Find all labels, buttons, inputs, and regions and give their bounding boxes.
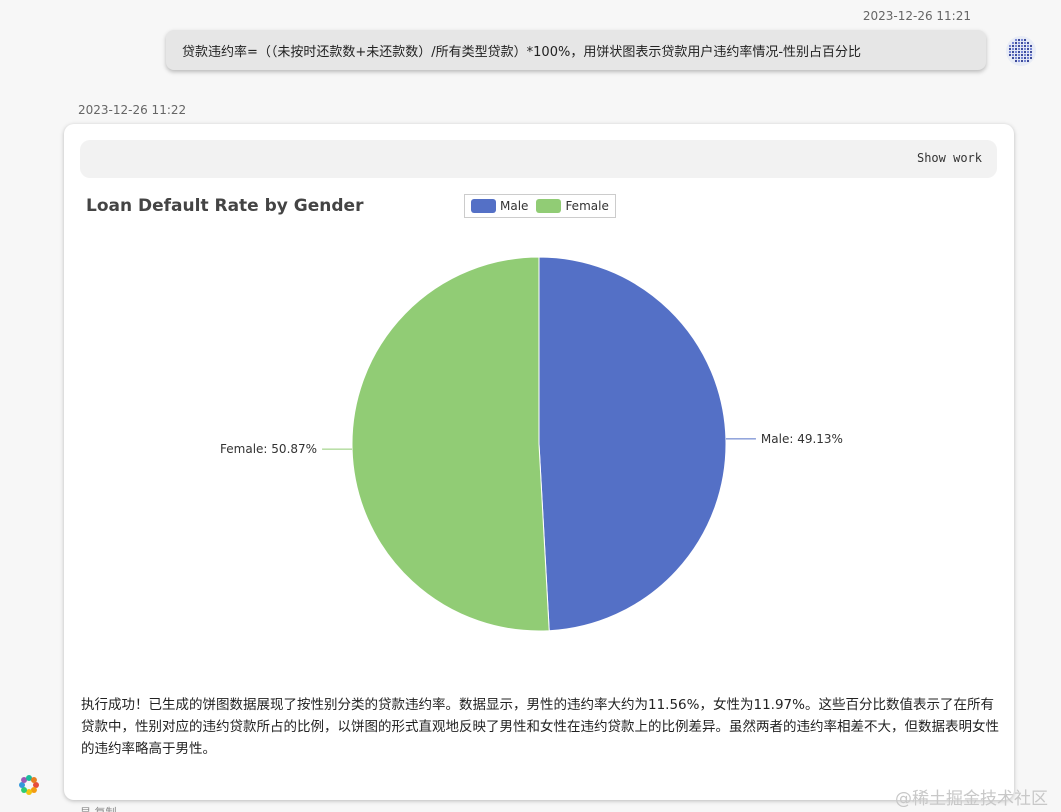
- pie-slice-female[interactable]: [351, 256, 550, 632]
- legend-swatch-male: [471, 199, 496, 213]
- assistant-logo-icon: [19, 775, 39, 795]
- chat-page: 2023-12-26 11:21 贷款违约率=（（未按时还款数+未还款数）/所有…: [0, 0, 1061, 812]
- user-message-timestamp: 2023-12-26 11:21: [862, 9, 971, 23]
- assistant-message-card: Show work Male: 49.13% Female: 50.87% Loa…: [64, 124, 1014, 800]
- chart-title: Loan Default Rate by Gender: [86, 196, 364, 216]
- chart-legend: Male Female: [464, 194, 616, 218]
- legend-label-male: Male: [500, 199, 529, 213]
- pie-label-female: Female: 50.87%: [220, 442, 317, 456]
- user-message-bubble: 贷款违约率=（（未按时还款数+未还款数）/所有类型贷款）*100%，用饼状图表示…: [166, 30, 986, 70]
- watermark: @稀土掘金技术社区: [895, 789, 1048, 809]
- message-actions-partial: 显 复制: [80, 804, 117, 812]
- user-avatar[interactable]: [1005, 35, 1037, 67]
- assistant-summary-text: 执行成功！已生成的饼图数据展现了按性别分类的贷款违约率。数据显示，男性的违约率大…: [81, 697, 999, 757]
- pie-label-male: Male: 49.13%: [761, 432, 843, 446]
- legend-label-female: Female: [565, 199, 609, 213]
- legend-swatch-female: [536, 199, 562, 213]
- legend-item-female[interactable]: Female: [536, 199, 609, 213]
- pie-slice-male[interactable]: [538, 256, 727, 632]
- legend-item-male[interactable]: Male: [471, 199, 528, 213]
- assistant-message-timestamp: 2023-12-26 11:22: [78, 103, 187, 117]
